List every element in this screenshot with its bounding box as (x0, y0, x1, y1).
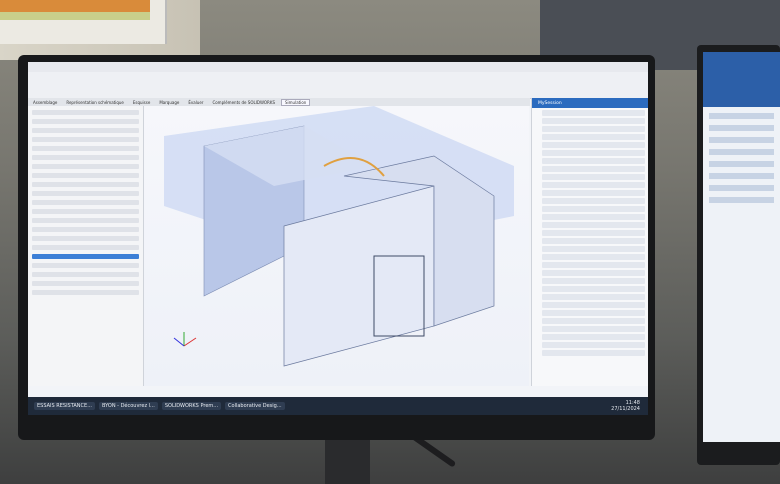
windows-taskbar: ESSAIS RESISTANCE... BYON - Découvrez l.… (28, 397, 648, 415)
panel-row-selected[interactable] (32, 254, 139, 259)
tree-item[interactable] (542, 174, 645, 180)
task-pane-header[interactable]: MySession (532, 98, 648, 108)
tree-item[interactable] (542, 302, 645, 308)
taskbar-item-essais[interactable]: ESSAIS RESISTANCE... (34, 402, 95, 410)
tree-item[interactable] (542, 230, 645, 236)
3d-viewport[interactable] (144, 106, 529, 386)
panel-row[interactable] (32, 146, 139, 151)
monitor-stand (325, 440, 370, 484)
second-screen-row (709, 197, 774, 203)
tree-item[interactable] (542, 110, 645, 116)
tree-item[interactable] (542, 166, 645, 172)
tree-item[interactable] (542, 190, 645, 196)
tree-item[interactable] (542, 246, 645, 252)
office-scene: Assemblage Représentation schématique Es… (0, 0, 780, 484)
tree-item[interactable] (542, 286, 645, 292)
panel-row[interactable] (32, 200, 139, 205)
taskbar-clock[interactable]: 11:48 27/11/2024 (611, 400, 640, 412)
task-pane-title: MySession (538, 100, 562, 106)
triad-x (183, 337, 197, 347)
panel-row[interactable] (32, 290, 139, 295)
panel-row[interactable] (32, 164, 139, 169)
tree-item[interactable] (542, 182, 645, 188)
tree-item[interactable] (542, 254, 645, 260)
triad-z (173, 337, 185, 347)
panel-row[interactable] (32, 218, 139, 223)
tree-item[interactable] (542, 238, 645, 244)
tab-representation[interactable]: Représentation schématique (63, 100, 127, 105)
panel-row[interactable] (32, 182, 139, 187)
taskbar-item-byon[interactable]: BYON - Découvrez l... (98, 402, 158, 410)
second-monitor-screen (703, 52, 780, 442)
command-tabs: Assemblage Représentation schématique Es… (28, 98, 530, 106)
panel-row[interactable] (32, 191, 139, 196)
second-screen-header (703, 52, 780, 107)
tree-item[interactable] (542, 158, 645, 164)
second-screen-row (709, 149, 774, 155)
panel-row[interactable] (32, 128, 139, 133)
tree-item[interactable] (542, 350, 645, 356)
tree-item[interactable] (542, 126, 645, 132)
tree-item[interactable] (542, 294, 645, 300)
monitor-screen: Assemblage Représentation schématique Es… (28, 62, 648, 397)
panel-row[interactable] (32, 245, 139, 250)
panel-row[interactable] (32, 281, 139, 286)
ribbon-toolbar[interactable] (28, 72, 648, 99)
tree-item[interactable] (542, 270, 645, 276)
panel-row[interactable] (32, 263, 139, 268)
tree-item[interactable] (542, 310, 645, 316)
clock-date: 27/11/2024 (611, 406, 640, 412)
panel-row[interactable] (32, 272, 139, 277)
task-pane: MySession (531, 98, 648, 386)
panel-row[interactable] (32, 155, 139, 160)
panel-row[interactable] (32, 173, 139, 178)
tree-item[interactable] (542, 222, 645, 228)
taskbar-item-solidworks[interactable]: SOLIDWORKS Prem... (161, 402, 222, 410)
panel-row[interactable] (32, 137, 139, 142)
poster-green-band (0, 12, 150, 20)
tab-marquage[interactable]: Marquage (156, 100, 182, 105)
second-screen-row (709, 185, 774, 191)
tab-assemblage[interactable]: Assemblage (30, 100, 60, 105)
second-screen-row (709, 173, 774, 179)
second-screen-row (709, 113, 774, 119)
poster-orange-band (0, 0, 150, 12)
tree-item[interactable] (542, 206, 645, 212)
tree-item[interactable] (542, 342, 645, 348)
cad-model (164, 106, 514, 367)
tab-complements[interactable]: Compléments de SOLIDWORKS (209, 100, 278, 105)
tree-item[interactable] (542, 198, 645, 204)
panel-row[interactable] (32, 119, 139, 124)
tab-evaluer[interactable]: Évaluer (185, 100, 206, 105)
tree-item[interactable] (542, 214, 645, 220)
tree-item[interactable] (542, 142, 645, 148)
panel-row[interactable] (32, 227, 139, 232)
tree-item[interactable] (542, 150, 645, 156)
panel-row[interactable] (32, 209, 139, 214)
taskbar-item-collaborative[interactable]: Collaborative Desig... (225, 402, 285, 410)
tree-item[interactable] (542, 262, 645, 268)
tab-esquisse[interactable]: Esquisse (130, 100, 153, 105)
menu-bar[interactable] (28, 62, 648, 72)
tree-item[interactable] (542, 318, 645, 324)
tab-simulation[interactable]: Simulation (281, 98, 311, 106)
second-screen-row (709, 161, 774, 167)
wall-poster (0, 0, 167, 44)
panel-row[interactable] (32, 236, 139, 241)
tree-item[interactable] (542, 334, 645, 340)
second-screen-row (709, 137, 774, 143)
tree-item[interactable] (542, 134, 645, 140)
tree-item[interactable] (542, 118, 645, 124)
panel-row[interactable] (32, 110, 139, 115)
second-screen-row (709, 125, 774, 131)
property-manager-panel (28, 106, 144, 386)
tree-item[interactable] (542, 326, 645, 332)
tree-item[interactable] (542, 278, 645, 284)
